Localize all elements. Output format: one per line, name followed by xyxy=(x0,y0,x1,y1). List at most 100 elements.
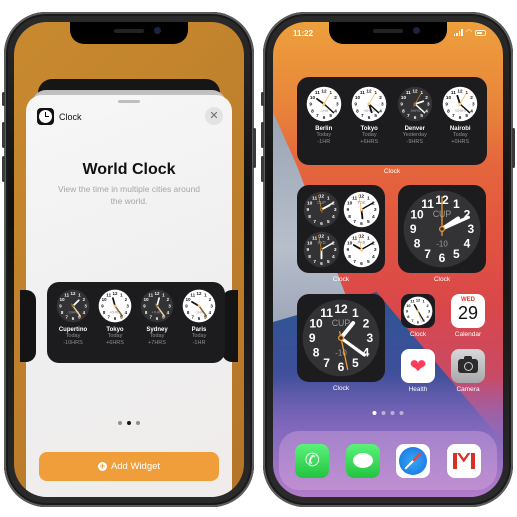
clock-hub xyxy=(197,304,201,308)
dock-gmail[interactable] xyxy=(446,443,481,478)
clock-hub xyxy=(319,207,323,211)
clock-numeral: 12 xyxy=(71,291,76,296)
clock-numeral: 7 xyxy=(323,356,330,370)
clock-hub xyxy=(439,226,445,232)
city-offset: -1HR xyxy=(192,340,206,346)
analog-clock-face: 1234567891011 12SYD xyxy=(303,231,339,267)
quad-clock-cell: 1 2 3 4 5 6 7 8 9 10 11 12 PAR xyxy=(342,230,380,268)
clock-numeral: 6 xyxy=(360,220,363,226)
app-label: Calendar xyxy=(454,331,482,338)
clock-numeral: 11 xyxy=(451,90,456,95)
clock-numeral: 5 xyxy=(466,113,469,118)
page-dot[interactable] xyxy=(118,421,122,425)
phone-icon: ✆ xyxy=(304,450,320,470)
previous-widget-peek[interactable] xyxy=(20,290,36,362)
page-dot[interactable] xyxy=(136,421,140,425)
page-dot-active[interactable] xyxy=(372,411,377,415)
city-day: Today xyxy=(191,333,207,339)
sheet-header: Clock xyxy=(37,108,82,125)
city-abbreviation: SYD xyxy=(317,239,325,244)
city-day: Today xyxy=(65,333,81,339)
analog-clock-face: 123456789101112 xyxy=(403,296,433,326)
clock-numeral: 4 xyxy=(470,108,473,113)
clock-numeral: 8 xyxy=(414,236,421,250)
clock-numeral: 4 xyxy=(372,254,375,260)
dock-safari[interactable] xyxy=(396,443,431,478)
analog-clock-face: 123456789101112-1HR xyxy=(306,86,342,122)
close-icon: ✕ xyxy=(209,110,219,122)
clock-numeral: 12 xyxy=(155,291,160,296)
clock-numeral: 10 xyxy=(355,95,361,100)
city-clock: 1 2 3 4 5 6 7 8 9 10 11 12 +7HRS Sydney Today +7HRS xyxy=(137,289,177,363)
single-clock-widget[interactable]: 123456789101112CUP-10 xyxy=(398,185,486,273)
clock-numeral: 12 xyxy=(412,88,418,93)
page-dot[interactable] xyxy=(399,411,404,415)
dock-phone[interactable]: ✆ xyxy=(295,443,330,478)
city-clock: 123456789101112+0HRSNairobiToday+0HRS xyxy=(440,86,480,165)
heart-icon: ❤ xyxy=(401,349,435,383)
city-offset: -9HRS xyxy=(406,139,423,145)
volume-up-button xyxy=(261,122,264,148)
clock-numeral: 11 xyxy=(315,90,320,95)
city-clock: 1 2 3 4 5 6 7 8 9 10 11 12 -1HR Paris Today -1HR xyxy=(179,289,219,363)
clock-numeral: 6 xyxy=(320,220,323,226)
city-day: Yesterday xyxy=(402,132,427,138)
clock-numeral: 7 xyxy=(424,247,431,261)
page-dot-active[interactable] xyxy=(127,421,131,425)
city-offset: -1HR xyxy=(317,139,331,145)
app-health[interactable]: ❤ Health xyxy=(400,349,436,393)
quad-clock-widget[interactable]: 1 2 3 4 5 6 7 8 9 10 11 12 CUP 1 2 3 4 5 6 7 8 9 10 11 12 TOK 1 2 3 4… xyxy=(297,185,385,273)
power-button xyxy=(512,128,515,168)
clock-numeral: 4 xyxy=(363,345,370,359)
calendar-day: 29 xyxy=(457,303,479,323)
clock-numeral: 8 xyxy=(313,345,320,359)
clock-numeral: 5 xyxy=(420,113,423,118)
clock-numeral: 11 xyxy=(312,195,317,201)
clock-numeral: 6 xyxy=(322,115,325,120)
clock-numeral: 11 xyxy=(406,90,411,95)
app-camera[interactable]: Camera xyxy=(450,349,486,393)
clock-numeral: 10 xyxy=(102,297,107,302)
app-calendar[interactable]: WED 29 Calendar xyxy=(450,294,486,338)
world-clock-widget-preview[interactable]: 1 2 3 4 5 6 7 8 9 10 11 12 -10HRS Cupertino Today -10HR… xyxy=(47,282,225,363)
clock-numeral: 5 xyxy=(352,356,359,370)
power-button xyxy=(253,128,256,168)
clock-numeral: 3 xyxy=(366,331,373,345)
time-offset: -9HRS xyxy=(409,109,420,113)
clock-numeral: 9 xyxy=(400,102,403,107)
city-offset: +6HRS xyxy=(106,340,124,346)
clock-numeral: 12 xyxy=(358,193,364,199)
close-button[interactable]: ✕ xyxy=(205,107,223,125)
single-clock-widget[interactable]: 123456789101112CUP-10 xyxy=(297,294,385,382)
clock-numeral: 12 xyxy=(367,88,373,93)
widget-label: Clock xyxy=(433,276,451,283)
clock-numeral: 7 xyxy=(353,259,356,265)
right-phone-frame: 11:22 ◠ 123456789101112-1HRBerlinToday-1… xyxy=(261,12,515,507)
page-dot[interactable] xyxy=(390,411,395,415)
clock-numeral: 9 xyxy=(309,102,312,107)
clock-hub xyxy=(367,102,371,106)
clock-numeral: 11 xyxy=(360,90,365,95)
analog-clock-face: 1234567891011 12-10HRS xyxy=(56,289,90,323)
clock-numeral: 8 xyxy=(447,108,450,113)
plus-circle-icon: + xyxy=(97,461,107,471)
city-clock: 123456789101112+6HRSTokyoToday+6HRS xyxy=(95,289,135,363)
add-widget-button[interactable]: + Add Widget xyxy=(39,452,219,481)
page-dot[interactable] xyxy=(381,411,386,415)
clock-hub xyxy=(113,304,117,308)
analog-clock-face: 123456789101112+6HRS xyxy=(98,289,132,323)
dock-messages[interactable] xyxy=(345,443,380,478)
widget-title: World Clock xyxy=(82,161,176,178)
clock-numeral: 9 xyxy=(306,207,309,213)
analog-clock-face: 1234567891011 12+7HRS xyxy=(140,289,174,323)
clock-numeral: 11 xyxy=(352,235,357,241)
world-clock-widget[interactable]: 123456789101112-1HRBerlinToday-1HR123456… xyxy=(297,77,487,165)
clock-numeral: 8 xyxy=(348,214,351,220)
page-indicator[interactable] xyxy=(372,411,404,415)
page-indicator[interactable] xyxy=(118,421,140,425)
sheet-grabber[interactable] xyxy=(118,100,140,103)
app-clock[interactable]: 123456789101112 Clock xyxy=(400,294,436,338)
city-offset: -10HRS xyxy=(63,340,83,346)
clock-numeral: 1 xyxy=(453,197,460,211)
analog-clock-face: 1234567891011 12TOK xyxy=(343,191,379,227)
